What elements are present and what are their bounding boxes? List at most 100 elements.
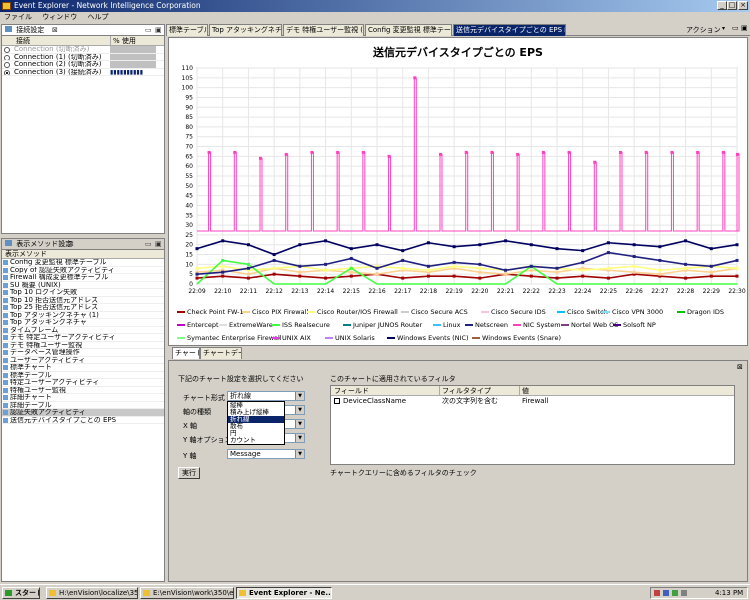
tab-top-attacking-signature[interactable]: Top アタッキングネチャ (1) [209,24,282,36]
method-item[interactable]: 認証失敗アクティビティ [2,409,164,417]
method-item[interactable]: Top 10 拒否送信元アドレス [2,297,164,304]
chart-icon [3,380,8,385]
method-item[interactable]: Config 変更監視 標準テーブル [2,259,164,267]
method-item[interactable]: SU 概要 (UNIX) [2,282,164,289]
start-button[interactable]: スタート [2,587,40,599]
minimize-button[interactable]: _ [717,1,727,10]
minimize-panel-icon[interactable]: ▭ [145,240,152,248]
method-item[interactable]: 詳細テーブル [2,402,164,409]
menu-help[interactable]: ヘルプ [87,13,108,21]
tray-icon[interactable] [654,590,660,596]
tab-chart[interactable]: チャート [172,347,200,359]
legend-label: Cisco VPN 3000 [612,308,664,316]
action-dropdown-icon[interactable]: ▾ [722,25,725,32]
method-item[interactable]: 送信元デバイスタイプごとの EPS [2,417,164,424]
method-item[interactable]: Top アタッキングネチャ (1) [2,312,164,319]
series-point [529,274,533,278]
action-menu[interactable]: アクション [686,25,721,35]
method-item[interactable]: Top 25 拒否送信元アドレス [2,304,164,312]
method-item[interactable]: 標準テーブル [2,372,164,379]
method-item[interactable]: 特権ユーザー監視 [2,387,164,394]
series-point [581,274,585,278]
menu-file[interactable]: ファイル [4,13,32,21]
connection-item[interactable]: Connection (2) (切断済み) [2,61,164,69]
series-point [272,253,276,257]
filter-checkbox[interactable] [334,398,340,404]
dropdown-option[interactable]: カウント [228,437,284,444]
tray-icon[interactable] [672,590,678,596]
legend-swatch [177,337,185,339]
method-item[interactable]: 特定ユーザーアクティビティ [2,379,164,387]
connection-radio[interactable] [4,62,10,68]
chart-type-dropdown-list[interactable]: 縦棒 積み上げ縦棒 折れ線 散布円カウント [227,401,285,445]
minimize-panel-icon[interactable]: ▭ [732,24,739,32]
method-item[interactable]: ユーザーアクティビティ [2,357,164,364]
method-item[interactable]: Top 10 ログイン失敗 [2,289,164,297]
tray-icon[interactable] [663,590,669,596]
legend-item: Juniper JUNOS Router [343,321,422,329]
minimize-panel-icon[interactable]: ▭ [145,26,152,34]
close-icon[interactable]: ⊠ [564,26,565,34]
table-row[interactable]: DeviceClassName 次の文字列を含む Firewall [331,396,734,406]
close-button[interactable]: × [738,1,748,10]
legend-item: Linux [433,321,461,329]
method-item[interactable]: デモ 特定ユーザーアクティビティ [2,334,164,342]
taskbar-item-event-explorer[interactable]: Event Explorer - Ne... [236,587,332,599]
series-point [632,243,636,247]
maximize-button[interactable]: □ [727,1,737,10]
method-item[interactable]: 標準チャート [2,364,164,372]
legend-label: Linux [443,321,461,329]
windows-logo-icon [5,590,12,596]
series-point [401,276,405,280]
spike-point [670,150,674,154]
taskbar-item-explorer-1[interactable]: H:\enVision\localize\350... [46,587,138,599]
series-point [221,270,225,274]
y-axis-select[interactable]: Message ▼ [227,449,305,459]
method-item[interactable]: データベース管理操作 [2,349,164,357]
tab-demo-privileged-user[interactable]: デモ 特権ユーザー監視 (1) [283,24,364,36]
menu-window[interactable]: ウィンドウ [42,13,77,21]
connection-item[interactable]: Connection (1) (切断済み) [2,53,164,61]
legend-label: Solsoft NP [623,321,656,329]
series-point [452,274,456,278]
tab-standard-table[interactable]: 標準テーブル [166,24,208,36]
method-item[interactable]: Copy of 認証失敗アクティビティ [2,267,164,274]
chart-type-select[interactable]: 折れ線 ▼ [227,391,305,401]
connection-radio[interactable] [4,47,10,53]
tab-config-change[interactable]: Config 変更監視 標準テーブル [365,24,452,36]
chart-icon [3,335,8,340]
close-icon[interactable]: ⊠ [737,363,743,371]
series-point [735,243,739,247]
method-item[interactable]: デモ 特権ユーザー監視 [2,342,164,349]
connection-item[interactable]: Connection (切断済み) [2,46,164,54]
tab-eps-by-device[interactable]: 送信元デバイスタイプごとの EPS ⊠ [453,24,566,36]
x-tick-label: 22:19 [445,288,462,295]
taskbar: スタート H:\enVision\localize\350... E:\enVi… [0,584,750,600]
run-button[interactable]: 実行 [178,467,200,479]
method-item[interactable]: タイムフレーム [2,327,164,334]
maximize-panel-icon[interactable]: ▣ [155,26,162,34]
maximize-panel-icon[interactable]: ▣ [741,24,748,32]
connection-radio[interactable] [4,69,10,76]
connection-radio[interactable] [4,54,10,61]
maximize-panel-icon[interactable]: ▣ [155,240,162,248]
x-tick-label: 22:23 [548,288,565,295]
chart-icon [3,372,8,378]
close-icon[interactable]: ⊠ [68,240,74,248]
series-point [658,258,662,262]
series-point [195,247,199,251]
connection-item[interactable]: Connection (3) (接続済み) ▮▮▮▮▮▮▮▮▮▮ [2,68,164,76]
x-tick-label: 22:16 [368,288,385,295]
method-item[interactable]: Firewall 構成変更標準テーブル [2,274,164,282]
method-item[interactable]: 詳細チャート [2,394,164,402]
speaker-icon[interactable] [681,590,687,596]
tab-chart-data[interactable]: チャートデータ [200,347,242,359]
series-point [221,258,225,262]
close-icon[interactable]: ⊠ [52,26,58,34]
method-item[interactable]: Top アタッキングネチャ [2,319,164,327]
x-tick-label: 22:24 [574,288,591,295]
chart-panel: 送信元デバイスタイプごとの EPS 0 5 10 15 20 25 30 35 40 45 50 55… [168,37,748,346]
clock: 4:13 PM [715,589,744,597]
series-point [478,266,482,270]
taskbar-item-explorer-2[interactable]: E:\enVision\work\350\en... [140,587,234,599]
